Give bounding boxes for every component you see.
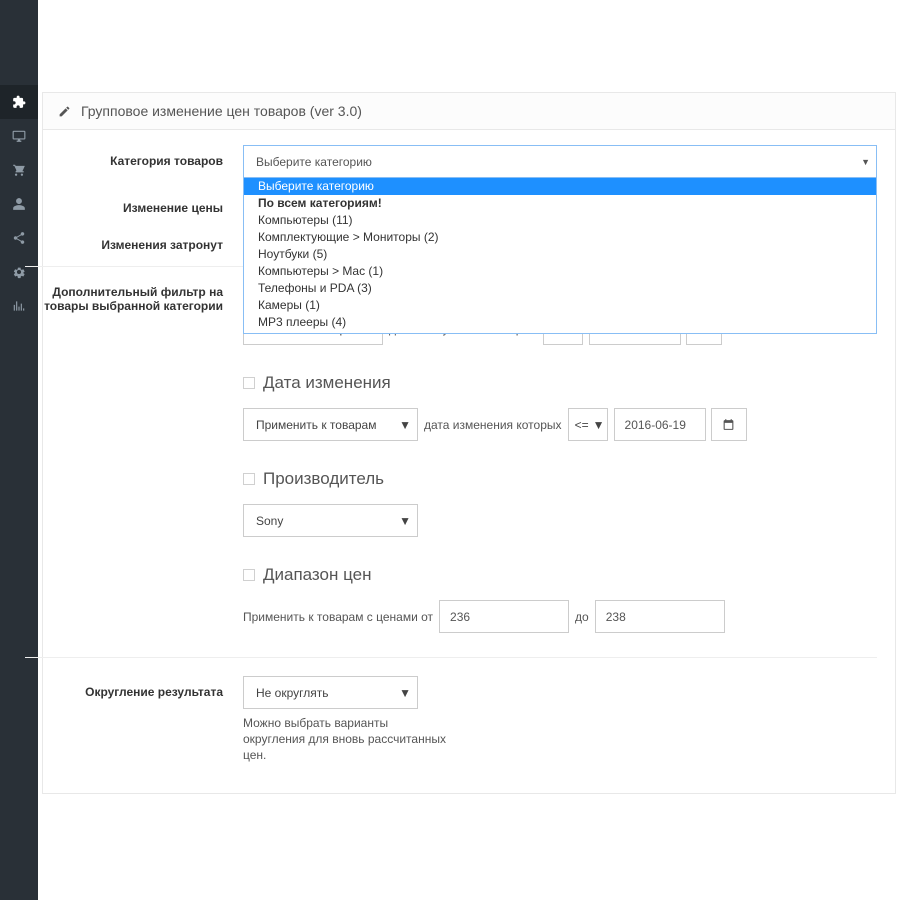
category-select[interactable]: Выберите категорию ▼ <box>243 145 877 178</box>
sidebar-item-extensions[interactable] <box>0 85 38 119</box>
checkbox-price-range[interactable] <box>243 569 255 581</box>
category-dropdown: Выберите категорию По всем категориям! К… <box>243 177 877 334</box>
puzzle-icon <box>12 95 26 109</box>
category-option[interactable]: Телефоны и PDA (3) <box>244 280 876 297</box>
calendar-icon <box>722 418 735 431</box>
chart-icon <box>12 299 26 313</box>
caret-down-icon: ▼ <box>593 418 605 432</box>
category-option[interactable]: Компьютеры > Mac (1) <box>244 263 876 280</box>
user-icon <box>12 197 26 211</box>
rounding-select[interactable]: Не округлять ▼ <box>243 676 418 709</box>
category-option[interactable]: Камеры (1) <box>244 297 876 314</box>
main-content: Групповое изменение цен товаров (ver 3.0… <box>38 0 900 900</box>
date-modified-input[interactable] <box>614 408 706 441</box>
label-price-change: Изменение цены <box>43 192 243 215</box>
monitor-icon <box>12 129 26 143</box>
heading-date-modified: Дата изменения <box>263 373 391 393</box>
checkbox-date-modified[interactable] <box>243 377 255 389</box>
manufacturer-select[interactable]: Sony ▼ <box>243 504 418 537</box>
share-icon <box>12 231 26 245</box>
admin-sidebar <box>0 0 38 900</box>
category-option[interactable]: Выберите категорию <box>244 178 876 195</box>
panel-title: Групповое изменение цен товаров (ver 3.0… <box>81 103 362 119</box>
heading-manufacturer: Производитель <box>263 469 384 489</box>
date-modified-calendar-button[interactable] <box>711 408 747 441</box>
panel-heading: Групповое изменение цен товаров (ver 3.0… <box>43 93 895 130</box>
caret-down-icon: ▼ <box>399 418 411 432</box>
gear-icon <box>12 265 26 279</box>
category-option[interactable]: Комплектующие > Мониторы (2) <box>244 229 876 246</box>
caret-down-icon: ▼ <box>399 514 411 528</box>
cart-icon <box>12 163 26 177</box>
price-from-input[interactable] <box>439 600 569 633</box>
label-category: Категория товаров <box>43 145 243 168</box>
heading-price-range: Диапазон цен <box>263 565 372 585</box>
date-modified-op-select[interactable]: <= ▼ <box>568 408 608 441</box>
label-changes-affect: Изменения затронут <box>43 229 243 252</box>
category-option[interactable]: Компьютеры (11) <box>244 212 876 229</box>
panel: Групповое изменение цен товаров (ver 3.0… <box>42 92 896 794</box>
date-modified-mode-select[interactable]: Применить к товарам ▼ <box>243 408 418 441</box>
caret-down-icon: ▼ <box>861 157 870 167</box>
date-modified-hint: дата изменения которых <box>424 418 562 432</box>
separator <box>25 657 877 658</box>
category-option[interactable]: MP3 плееры (4) <box>244 314 876 331</box>
category-option[interactable]: Ноутбуки (5) <box>244 246 876 263</box>
category-option[interactable]: По всем категориям! <box>244 195 876 212</box>
checkbox-manufacturer[interactable] <box>243 473 255 485</box>
sidebar-item-marketing[interactable] <box>0 221 38 255</box>
label-rounding: Округление результата <box>43 676 243 699</box>
price-range-hint-from: Применить к товарам с ценами от <box>243 610 433 624</box>
sidebar-item-customers[interactable] <box>0 187 38 221</box>
sidebar-item-sales[interactable] <box>0 153 38 187</box>
price-to-input[interactable] <box>595 600 725 633</box>
rounding-help: Можно выбрать варианты округления для вн… <box>243 715 453 764</box>
category-select-value: Выберите категорию <box>256 155 372 169</box>
caret-down-icon: ▼ <box>399 686 411 700</box>
pencil-icon <box>58 105 71 118</box>
sidebar-item-reports[interactable] <box>0 289 38 323</box>
sidebar-item-system[interactable] <box>0 255 38 289</box>
sidebar-item-catalog[interactable] <box>0 119 38 153</box>
label-extra-filter: Дополнительный фильтр на товары выбранно… <box>43 285 243 313</box>
price-range-hint-to: до <box>575 610 589 624</box>
